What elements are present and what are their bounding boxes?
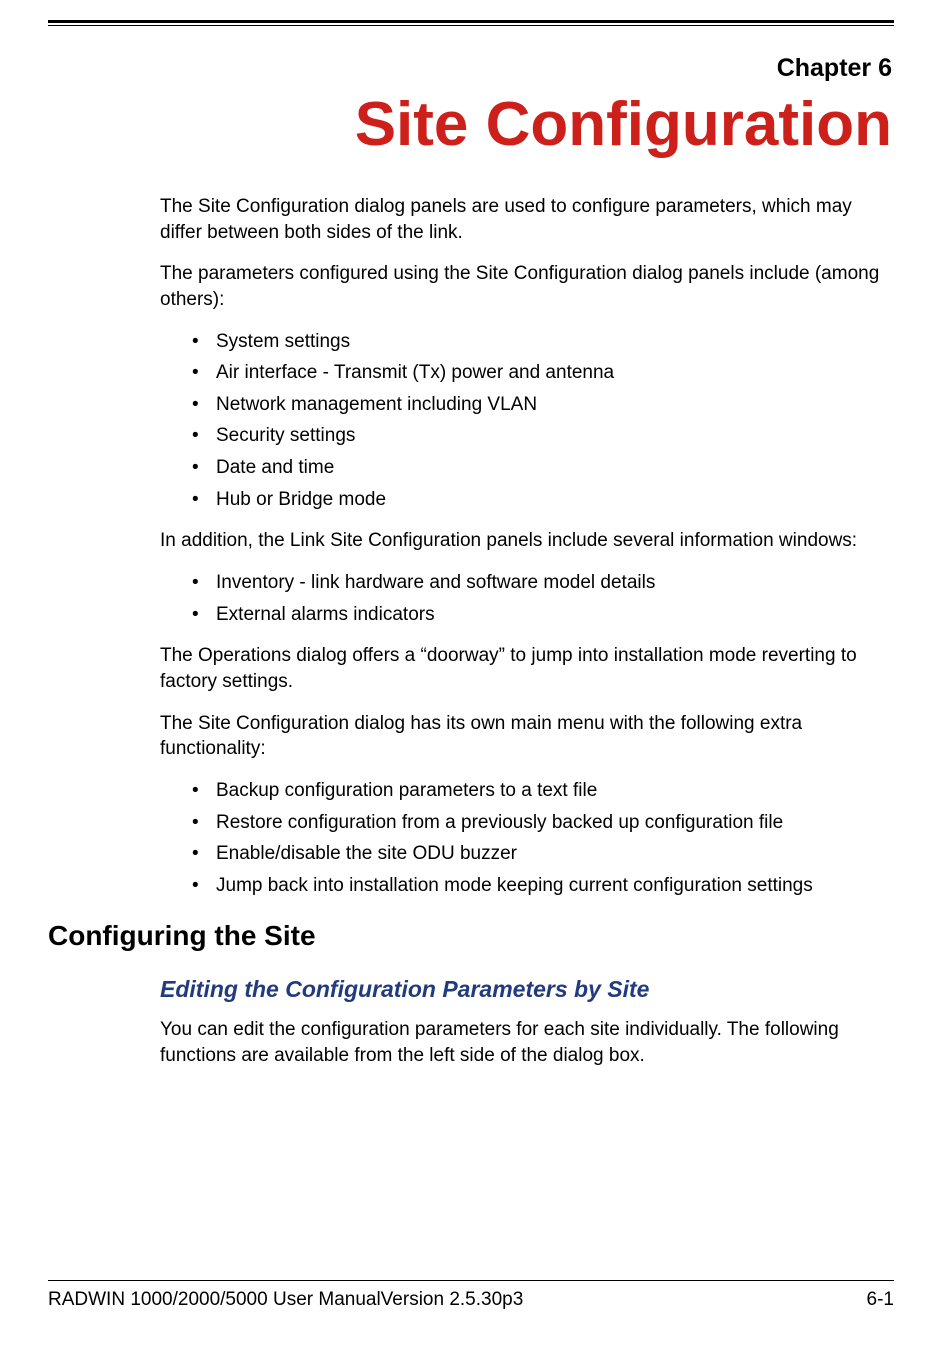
subsection-heading: Editing the Configuration Parameters by … [160,976,894,1003]
list-item: Inventory - link hardware and software m… [192,570,894,596]
paragraph-intro-1: The Site Configuration dialog panels are… [160,194,894,245]
list-item: Backup configuration parameters to a tex… [192,778,894,804]
paragraph-after-list-2: The Operations dialog offers a “doorway”… [160,643,894,694]
paragraph-intro-2: The parameters configured using the Site… [160,261,894,312]
footer-rule [48,1280,894,1281]
list-item: System settings [192,329,894,355]
page-footer: RADWIN 1000/2000/5000 User ManualVersion… [48,1280,894,1311]
list-item: Jump back into installation mode keeping… [192,873,894,899]
section-heading: Configuring the Site [48,920,894,952]
list-item: Restore configuration from a previously … [192,810,894,836]
list-item: Enable/disable the site ODU buzzer [192,841,894,867]
chapter-label: Chapter 6 [48,54,894,83]
chapter-title: Site Configuration [48,89,894,160]
list-item: Security settings [192,423,894,449]
list-item: Network management including VLAN [192,392,894,418]
list-item: Hub or Bridge mode [192,487,894,513]
paragraph-after-list-3: The Site Configuration dialog has its ow… [160,711,894,762]
bullet-list-2: Inventory - link hardware and software m… [192,570,894,627]
paragraph-section-body: You can edit the configuration parameter… [160,1017,894,1068]
top-rule [48,20,894,26]
footer-page-number: 6-1 [867,1289,894,1311]
body-content: The Site Configuration dialog panels are… [160,194,894,898]
bullet-list-3: Backup configuration parameters to a tex… [192,778,894,899]
list-item: Air interface - Transmit (Tx) power and … [192,360,894,386]
footer-left: RADWIN 1000/2000/5000 User ManualVersion… [48,1289,523,1311]
subsection-body: You can edit the configuration parameter… [160,1017,894,1068]
list-item: Date and time [192,455,894,481]
bullet-list-1: System settings Air interface - Transmit… [192,329,894,513]
paragraph-after-list-1: In addition, the Link Site Configuration… [160,528,894,554]
list-item: External alarms indicators [192,602,894,628]
